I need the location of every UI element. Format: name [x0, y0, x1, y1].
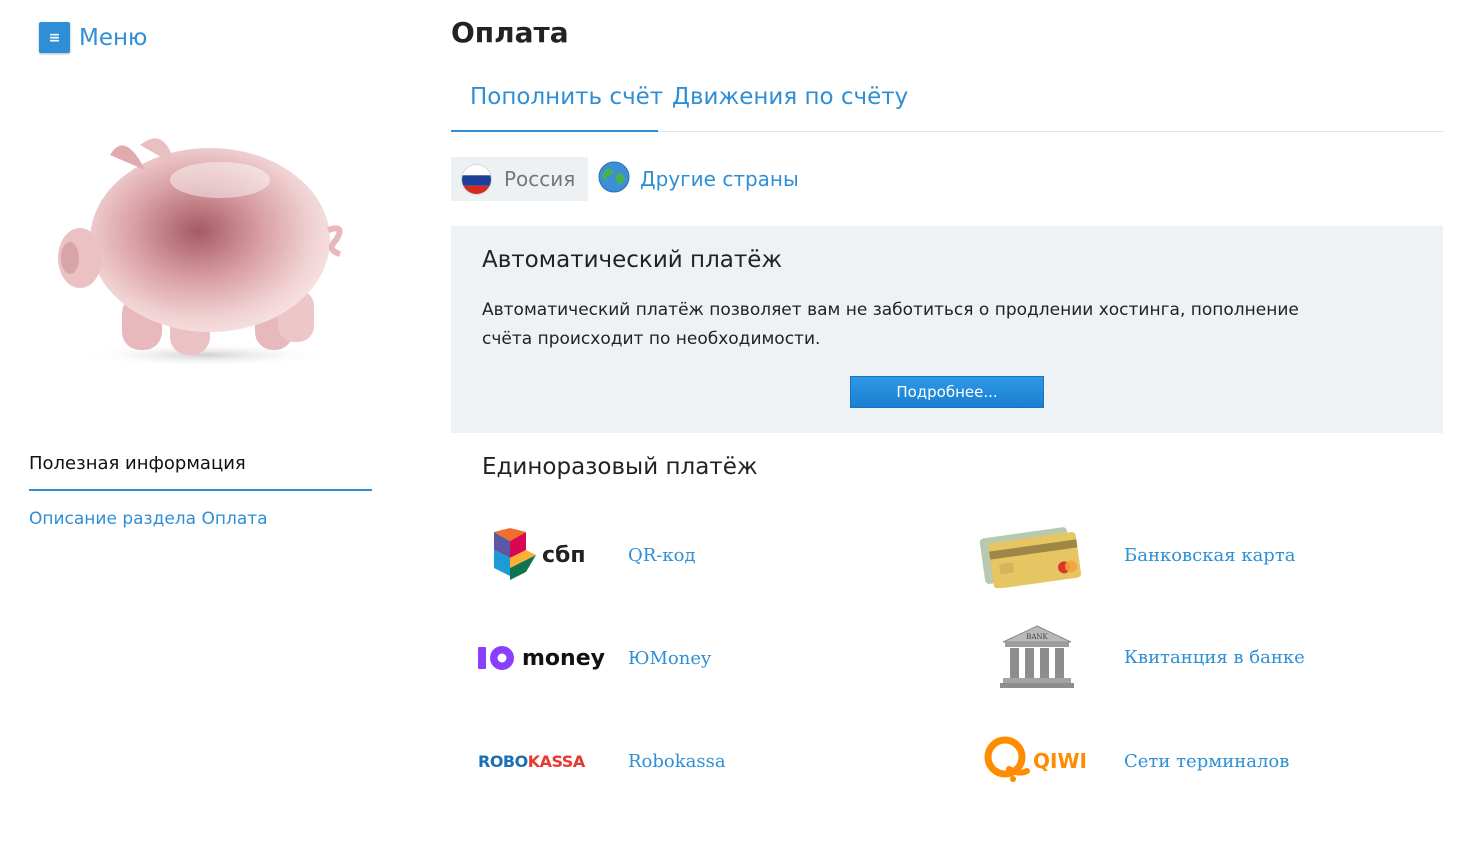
payment-method-qiwi[interactable]: QIWI Сети терминалов	[983, 735, 1289, 787]
payment-method-label: Квитанция в банке	[1124, 646, 1305, 668]
payment-method-label: ЮMoney	[628, 647, 712, 669]
sbp-logo-text: сбп	[542, 542, 586, 568]
tab-account-movements[interactable]: Движения по счёту	[653, 78, 927, 132]
auto-payment-description: Автоматический платёж позволяет вам не з…	[482, 300, 1299, 349]
piggy-bank-image	[50, 110, 350, 380]
menu-label: Меню	[79, 24, 148, 51]
more-details-button[interactable]: Подробнее...	[850, 376, 1044, 408]
tab-top-up[interactable]: Пополнить счёт	[451, 78, 663, 132]
payment-section-description-link[interactable]: Описание раздела Оплата	[29, 509, 268, 529]
menu-button[interactable]: ≡ Меню	[39, 22, 147, 53]
payment-method-robokassa[interactable]: ROBO KASSA Robokassa	[478, 746, 726, 776]
yoomoney-logo: money	[478, 640, 608, 676]
qiwi-logo: QIWI	[983, 735, 1093, 787]
country-russia-label: Россия	[504, 167, 576, 191]
country-other-button[interactable]: Другие страны	[598, 157, 799, 201]
robokassa-logo-text-b: KASSA	[527, 751, 586, 771]
one-time-payment-title: Единоразовый платёж	[482, 454, 758, 480]
payment-method-label: Robokassa	[628, 750, 726, 772]
russia-flag-icon	[461, 163, 492, 195]
payment-method-label: Банковская карта	[1124, 544, 1296, 566]
payment-method-sbp[interactable]: сбп QR-код	[490, 526, 696, 584]
country-other-label: Другие страны	[640, 167, 799, 191]
auto-payment-panel: Автоматический платёж Автоматический пла…	[451, 226, 1443, 433]
useful-info-heading: Полезная информация	[29, 453, 246, 474]
page-title: Оплата	[451, 16, 569, 49]
bank-card-logo	[975, 522, 1085, 588]
country-russia-button[interactable]: Россия	[451, 157, 588, 201]
menu-icon: ≡	[39, 22, 70, 53]
payment-method-label: Сети терминалов	[1124, 750, 1290, 772]
qiwi-logo-text: QIWI	[1033, 749, 1087, 773]
tab-bar: Пополнить счёт Движения по счёту	[451, 78, 1443, 132]
auto-payment-title: Автоматический платёж	[482, 247, 783, 273]
robokassa-logo-text-a: ROBO	[478, 751, 528, 771]
globe-icon	[598, 161, 630, 198]
robokassa-logo: ROBO KASSA	[478, 746, 608, 776]
useful-info-divider	[29, 489, 372, 491]
payment-method-yoomoney[interactable]: money ЮMoney	[478, 640, 711, 676]
payment-method-bank-card[interactable]: Банковская карта	[975, 522, 1296, 588]
payment-method-label: QR-код	[628, 544, 696, 566]
bank-building-logo: BANK	[995, 624, 1079, 690]
yoomoney-logo-text: money	[522, 645, 605, 671]
payment-method-bank-receipt[interactable]: BANK Квитанция в банке	[995, 624, 1305, 690]
bank-logo-text: BANK	[1026, 633, 1048, 641]
sbp-logo: сбп	[490, 526, 590, 584]
